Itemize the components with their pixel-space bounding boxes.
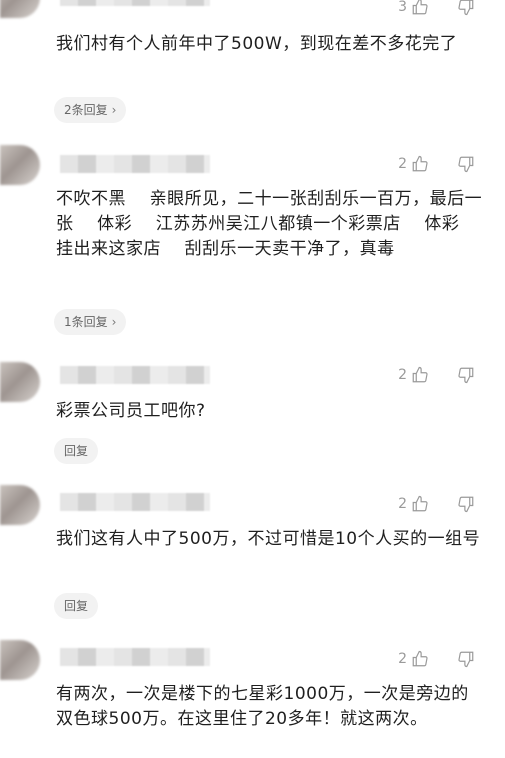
thumb-down-icon [457, 366, 475, 384]
username-blurred[interactable] [60, 0, 210, 6]
dislike-button[interactable] [457, 366, 475, 384]
comment-text: 有两次，一次是楼下的七星彩1000万，一次是旁边的双色球500万。在这里住了20… [56, 684, 469, 729]
reply-button[interactable]: 回复 [54, 438, 99, 464]
avatar[interactable] [0, 640, 40, 680]
like-count: 3 [398, 0, 407, 15]
comment-text: 不吹不黑 亲眼所见，二十一张刮刮乐一百万，最后一张 体彩 江苏苏州吴江八都镇一个… [56, 189, 495, 259]
thumb-up-icon [411, 366, 429, 384]
replies-label: 2条回复 [64, 103, 108, 117]
username-blurred[interactable] [60, 155, 210, 173]
like-count: 2 [398, 367, 407, 383]
comment-actions: 2 [398, 155, 475, 173]
reply-button[interactable]: 回复 [54, 593, 99, 619]
comment-actions: 2 [398, 650, 475, 668]
username-blurred[interactable] [60, 366, 210, 384]
avatar[interactable] [0, 485, 40, 525]
thumb-up-icon [411, 650, 429, 668]
username-blurred[interactable] [60, 648, 210, 666]
like-button[interactable]: 2 [398, 650, 429, 668]
chevron-right-icon: › [111, 315, 117, 329]
like-button[interactable]: 3 [398, 0, 429, 16]
comment-actions: 2 [398, 366, 475, 384]
thumb-down-icon [457, 495, 475, 513]
avatar[interactable] [0, 0, 40, 18]
dislike-button[interactable] [457, 495, 475, 513]
chevron-right-icon: › [111, 103, 117, 117]
like-button[interactable]: 2 [398, 155, 429, 173]
thumb-up-icon [411, 495, 429, 513]
like-count: 2 [398, 156, 407, 172]
like-count: 2 [398, 651, 407, 667]
thumb-up-icon [411, 155, 429, 173]
replies-label: 1条回复 [64, 315, 108, 329]
avatar[interactable] [0, 145, 40, 185]
dislike-button[interactable] [457, 0, 475, 16]
replies-button[interactable]: 1条回复 › [54, 309, 127, 335]
reply-label: 回复 [64, 444, 89, 458]
comment-actions: 3 [398, 0, 475, 16]
thumb-down-icon [457, 0, 475, 16]
like-button[interactable]: 2 [398, 366, 429, 384]
comment-text: 我们村有个人前年中了500W，到现在差不多花完了 [56, 34, 458, 54]
like-count: 2 [398, 496, 407, 512]
thumb-down-icon [457, 650, 475, 668]
replies-button[interactable]: 2条回复 › [54, 97, 127, 123]
comment-actions: 2 [398, 495, 475, 513]
thumb-up-icon [411, 0, 429, 16]
like-button[interactable]: 2 [398, 495, 429, 513]
dislike-button[interactable] [457, 650, 475, 668]
comment-text: 我们这有人中了500万，不过可惜是10个人买的一组号 [56, 529, 481, 549]
thumb-down-icon [457, 155, 475, 173]
dislike-button[interactable] [457, 155, 475, 173]
username-blurred[interactable] [60, 493, 210, 511]
avatar[interactable] [0, 362, 40, 402]
reply-label: 回复 [64, 599, 89, 613]
comment-text: 彩票公司员工吧你? [56, 401, 206, 421]
